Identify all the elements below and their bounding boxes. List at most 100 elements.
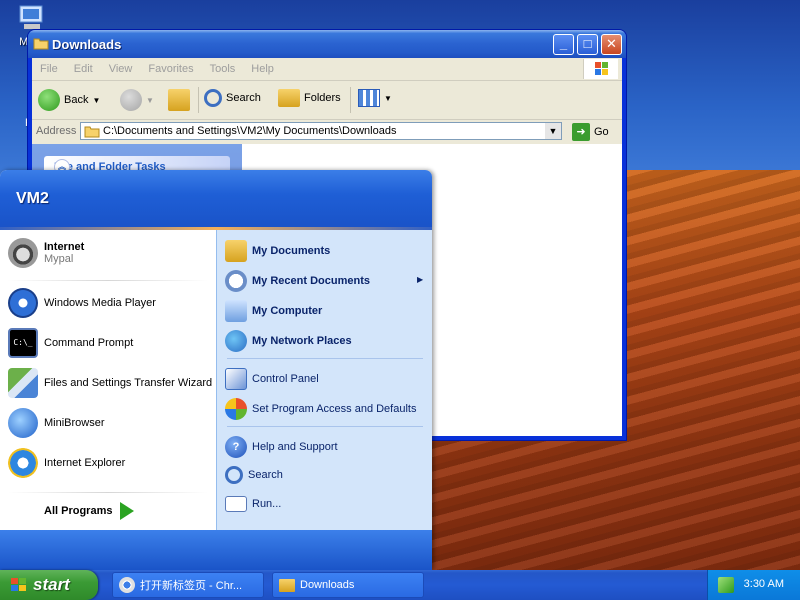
user-name: VM2 xyxy=(16,190,49,207)
chevron-down-icon: ▼ xyxy=(384,93,392,103)
menu-edit[interactable]: Edit xyxy=(66,58,101,80)
chrome-icon xyxy=(119,577,135,593)
help-icon: ? xyxy=(225,436,247,458)
my-computer-icon xyxy=(225,300,247,322)
forward-button[interactable]: ▼ xyxy=(120,89,154,111)
all-programs-button[interactable]: All Programs xyxy=(44,502,135,520)
recent-item-minibrowser[interactable]: MiniBrowser xyxy=(8,408,105,438)
ie-icon xyxy=(8,448,38,478)
recent-item-internet-explorer[interactable]: Internet Explorer xyxy=(8,448,125,478)
clock[interactable]: 3:30 AM xyxy=(744,578,784,590)
task-button-downloads[interactable]: Downloads xyxy=(272,572,424,598)
recent-item-command-prompt[interactable]: C:\_ Command Prompt xyxy=(8,328,133,358)
recent-label: MiniBrowser xyxy=(44,417,105,429)
recent-label: Files and Settings Transfer Wizard xyxy=(44,377,213,389)
go-arrow-icon: ➜ xyxy=(572,123,590,141)
start-label: start xyxy=(33,575,70,594)
close-button[interactable]: ✕ xyxy=(601,34,622,55)
minimize-button[interactable]: _ xyxy=(553,34,574,55)
address-dropdown[interactable]: ▼ xyxy=(545,123,561,139)
address-label: Address xyxy=(36,125,77,137)
recent-documents-icon xyxy=(225,270,247,292)
folders-icon xyxy=(278,89,300,107)
place-label: My Documents xyxy=(252,245,331,257)
folder-icon xyxy=(33,38,49,50)
menu-favorites[interactable]: Favorites xyxy=(140,58,201,80)
go-button[interactable]: ➜ Go xyxy=(572,123,609,141)
divider xyxy=(227,358,423,359)
start-button[interactable]: start xyxy=(0,570,98,600)
menu-help[interactable]: Help xyxy=(243,58,282,80)
network-tray-icon[interactable] xyxy=(718,577,734,593)
recent-label: Command Prompt xyxy=(44,337,134,349)
folder-icon xyxy=(279,578,295,592)
folder-icon xyxy=(84,126,100,138)
menu-file[interactable]: File xyxy=(32,58,66,80)
address-value: C:\Documents and Settings\VM2\My Documen… xyxy=(103,125,397,137)
place-item-recent-documents[interactable]: My Recent Documents ▶ xyxy=(225,270,425,292)
start-menu-right: My Documents My Recent Documents ▶ My Co… xyxy=(216,230,432,530)
start-menu-footer xyxy=(0,530,432,570)
maximize-button[interactable]: □ xyxy=(577,34,598,55)
window-title: Downloads xyxy=(52,37,122,52)
folders-label: Folders xyxy=(304,92,341,104)
toolbar-separator xyxy=(198,87,199,113)
play-arrow-icon xyxy=(120,502,135,520)
start-menu-header: VM2 xyxy=(0,170,432,230)
recent-label: Internet Explorer xyxy=(44,457,126,469)
raccoon-icon xyxy=(8,238,38,268)
back-button[interactable]: Back ▼ xyxy=(38,89,100,111)
back-arrow-icon xyxy=(38,89,60,111)
windows-flag-icon xyxy=(11,578,26,591)
divider xyxy=(8,492,208,493)
place-item-my-computer[interactable]: My Computer xyxy=(225,300,322,322)
place-label: My Network Places xyxy=(252,335,352,347)
place-item-help[interactable]: ? Help and Support xyxy=(225,436,338,458)
place-item-program-access[interactable]: Set Program Access and Defaults xyxy=(225,398,416,420)
network-places-icon xyxy=(225,330,247,352)
place-item-search[interactable]: Search xyxy=(225,466,283,484)
place-label: My Computer xyxy=(252,305,323,317)
place-item-run[interactable]: Run... xyxy=(225,496,281,512)
place-item-my-documents[interactable]: My Documents xyxy=(225,240,330,262)
recent-label: Windows Media Player xyxy=(44,297,156,309)
task-button-chrome[interactable]: 打开新标签页 - Chr... xyxy=(112,572,264,598)
task-label: 打开新标签页 - Chr... xyxy=(140,580,243,592)
chevron-down-icon: ▼ xyxy=(146,95,154,105)
run-icon xyxy=(225,496,247,512)
up-folder-button[interactable] xyxy=(168,89,190,111)
pinned-item-internet[interactable]: Internet Mypal xyxy=(8,238,84,268)
address-bar: Address C:\Documents and Settings\VM2\My… xyxy=(32,120,622,145)
menu-bar: File Edit View Favorites Tools Help xyxy=(32,58,622,81)
place-item-control-panel[interactable]: Control Panel xyxy=(225,368,319,390)
place-label: Set Program Access and Defaults xyxy=(252,403,417,415)
title-bar[interactable]: Downloads _ □ ✕ xyxy=(28,30,626,58)
my-documents-icon xyxy=(225,240,247,262)
recent-item-media-player[interactable]: Windows Media Player xyxy=(8,288,156,318)
folders-button[interactable]: Folders xyxy=(278,89,341,107)
program-access-icon xyxy=(225,398,247,420)
submenu-arrow-icon: ▶ xyxy=(417,275,424,284)
divider xyxy=(8,280,208,281)
recent-item-transfer-wizard[interactable]: Files and Settings Transfer Wizard xyxy=(8,368,212,398)
task-label: Downloads xyxy=(300,579,355,591)
address-input[interactable]: C:\Documents and Settings\VM2\My Documen… xyxy=(80,122,562,140)
search-button[interactable]: Search xyxy=(204,89,261,107)
place-item-network-places[interactable]: My Network Places xyxy=(225,330,352,352)
search-icon xyxy=(204,89,222,107)
search-icon xyxy=(225,466,243,484)
all-programs-label: All Programs xyxy=(44,505,113,517)
pinned-sublabel: Mypal xyxy=(44,253,74,265)
place-label: My Recent Documents xyxy=(252,275,370,287)
search-label: Search xyxy=(226,92,261,104)
views-button[interactable]: ▼ xyxy=(358,89,392,107)
chevron-down-icon: ▼ xyxy=(92,95,101,105)
menu-tools[interactable]: Tools xyxy=(202,58,244,80)
divider xyxy=(227,426,423,427)
forward-arrow-icon xyxy=(120,89,142,111)
pinned-label: Internet xyxy=(44,241,85,253)
transfer-wizard-icon xyxy=(8,368,38,398)
place-label: Search xyxy=(248,469,283,481)
views-icon xyxy=(358,89,380,107)
menu-view[interactable]: View xyxy=(101,58,141,80)
